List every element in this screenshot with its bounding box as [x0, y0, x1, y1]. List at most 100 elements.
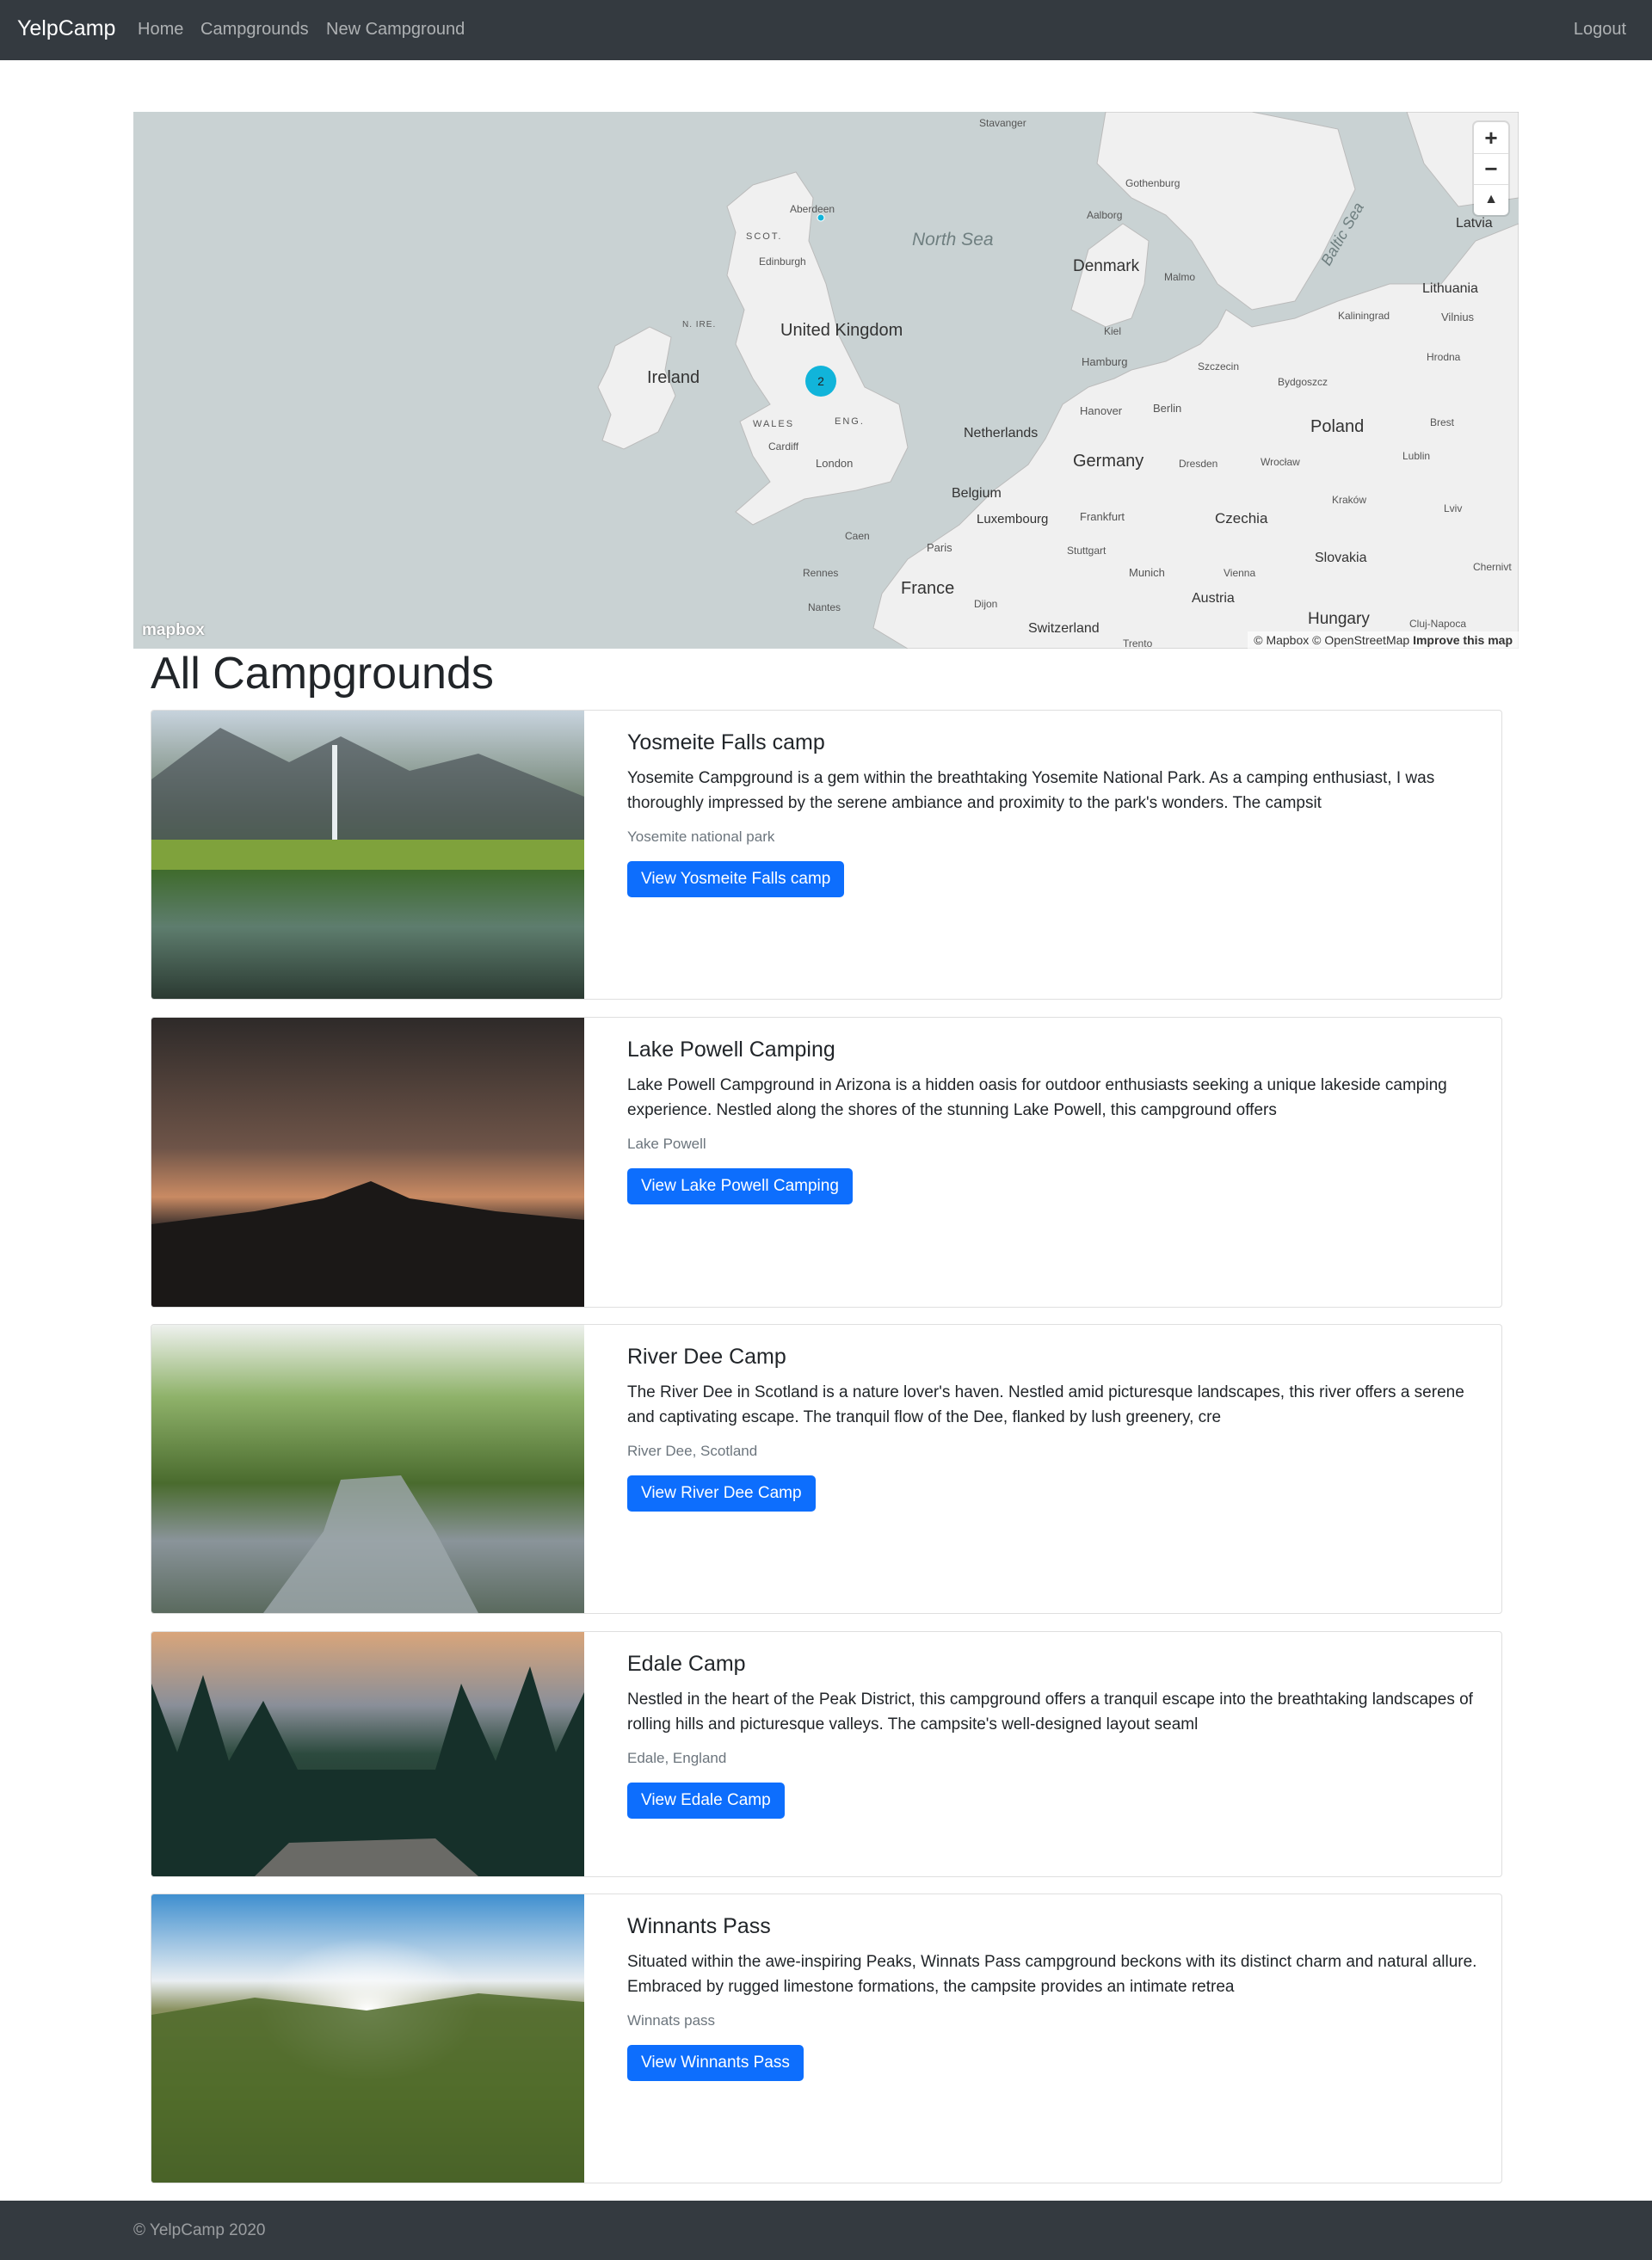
campground-image	[151, 1018, 584, 1307]
map-label-krakow: Kraków	[1332, 494, 1366, 506]
map-label-malmo: Malmo	[1164, 271, 1195, 283]
campground-image	[151, 711, 584, 999]
footer: © YelpCamp 2020	[0, 2201, 1652, 2260]
map-label-lublin: Lublin	[1402, 450, 1430, 462]
card-body: Edale Camp Nestled in the heart of the P…	[627, 1651, 1484, 1819]
zoom-in-button[interactable]: +	[1474, 122, 1508, 154]
view-campground-button[interactable]: View Edale Camp	[627, 1782, 785, 1819]
map-label-stuttgart: Stuttgart	[1067, 545, 1106, 557]
card-description: Lake Powell Campground in Arizona is a h…	[627, 1076, 1447, 1120]
nav-new-campground-link[interactable]: New Campground	[326, 20, 465, 40]
map-label-trento: Trento	[1123, 637, 1153, 649]
view-campground-button[interactable]: View Winnants Pass	[627, 2044, 804, 2081]
campground-card: Edale Camp Nestled in the heart of the P…	[151, 1631, 1502, 1877]
map-label-frankfurt: Frankfurt	[1080, 510, 1125, 523]
map-attribution: © Mapbox © OpenStreetMap Improve this ma…	[1248, 631, 1519, 649]
nav-home-link[interactable]: Home	[138, 20, 183, 40]
view-campground-button[interactable]: View Lake Powell Camping	[627, 1167, 853, 1204]
map-label-hamburg: Hamburg	[1082, 355, 1127, 368]
map-label-lithuania: Lithuania	[1422, 281, 1478, 296]
card-description: Nestled in the heart of the Peak Distric…	[627, 1690, 1473, 1734]
map-label-czechia: Czechia	[1215, 510, 1268, 527]
map-label-munich: Munich	[1129, 566, 1165, 579]
footer-copyright: © YelpCamp 2020	[133, 2221, 266, 2239]
brand-link[interactable]: YelpCamp	[17, 16, 115, 41]
map-label-brest: Brest	[1430, 416, 1455, 428]
map-controls: + − ▲	[1474, 122, 1508, 215]
map-label-berlin: Berlin	[1153, 402, 1181, 415]
compass-button[interactable]: ▲	[1474, 184, 1508, 215]
campground-card: Winnants Pass Situated within the awe-in…	[151, 1894, 1502, 2183]
map-label-lviv: Lviv	[1444, 502, 1462, 514]
map-label-szczecin: Szczecin	[1198, 360, 1239, 373]
mapbox-logo[interactable]: mapbox	[142, 621, 205, 640]
card-title: Winnants Pass	[627, 1914, 771, 1938]
map-label-aalborg: Aalborg	[1087, 209, 1122, 221]
map-label-hungary: Hungary	[1308, 610, 1370, 628]
page-title: All Campgrounds	[151, 649, 494, 699]
map-label-germany: Germany	[1073, 452, 1143, 471]
map-label-aberdeen: Aberdeen	[790, 203, 835, 215]
card-location: Edale, England	[627, 1749, 727, 1766]
map-label-austria: Austria	[1192, 591, 1235, 606]
card-location: Lake Powell	[627, 1135, 706, 1152]
card-title: Yosmeite Falls camp	[627, 730, 825, 754]
campground-card: Lake Powell Camping Lake Powell Campgrou…	[151, 1017, 1502, 1308]
card-body: River Dee Camp The River Dee in Scotland…	[627, 1344, 1484, 1512]
map-label-rennes: Rennes	[803, 567, 838, 579]
card-title: Edale Camp	[627, 1652, 746, 1676]
map-attribution-text[interactable]: © Mapbox © OpenStreetMap	[1254, 633, 1409, 647]
nav-logout-link[interactable]: Logout	[1574, 20, 1626, 40]
zoom-out-button[interactable]: −	[1474, 153, 1508, 185]
map-label-kaliningrad: Kaliningrad	[1338, 310, 1390, 322]
nav-campgrounds-link[interactable]: Campgrounds	[200, 20, 309, 40]
map-canvas[interactable]: 2 North Sea Baltic Sea United Kingdom Ir…	[133, 112, 1519, 649]
map-label-wroclaw: Wrocław	[1261, 456, 1300, 468]
navbar: YelpCamp Home Campgrounds New Campground…	[0, 0, 1652, 60]
view-campground-button[interactable]: View River Dee Camp	[627, 1475, 816, 1512]
map-label-uk: United Kingdom	[780, 321, 903, 340]
map-label-bydgoszcz: Bydgoszcz	[1278, 376, 1328, 388]
card-title: Lake Powell Camping	[627, 1038, 835, 1062]
map-label-belgium: Belgium	[952, 486, 1002, 501]
campground-image	[151, 1894, 584, 2183]
map-label-denmark: Denmark	[1073, 257, 1140, 275]
campground-image	[151, 1632, 584, 1876]
map-label-hrodna: Hrodna	[1427, 351, 1461, 363]
map-label-paris: Paris	[927, 541, 952, 554]
card-description: Yosemite Campground is a gem within the …	[627, 769, 1435, 813]
cluster-map[interactable]: 2 North Sea Baltic Sea United Kingdom Ir…	[133, 112, 1519, 649]
campground-image	[151, 1325, 584, 1613]
map-label-kiel: Kiel	[1104, 325, 1121, 337]
map-label-stavanger: Stavanger	[979, 117, 1026, 129]
card-body: Winnants Pass Situated within the awe-in…	[627, 1913, 1484, 2081]
map-label-wales: WALES	[753, 419, 794, 429]
card-body: Yosmeite Falls camp Yosemite Campground …	[627, 730, 1484, 897]
map-label-scot: SCOT.	[746, 231, 782, 242]
map-label-poland: Poland	[1310, 417, 1364, 436]
map-label-eng: ENG.	[835, 416, 865, 427]
map-label-hanover: Hanover	[1080, 404, 1123, 417]
card-body: Lake Powell Camping Lake Powell Campgrou…	[627, 1037, 1484, 1204]
map-label-dresden: Dresden	[1179, 458, 1217, 470]
card-description: Situated within the awe-inspiring Peaks,…	[627, 1953, 1477, 1997]
map-label-latvia: Latvia	[1456, 216, 1493, 231]
card-location: Winnats pass	[627, 2011, 716, 2029]
campground-card: River Dee Camp The River Dee in Scotland…	[151, 1324, 1502, 1614]
map-label-cluj: Cluj-Napoca	[1409, 618, 1466, 630]
map-label-dijon: Dijon	[974, 598, 997, 610]
map-label-north-sea: North Sea	[912, 230, 994, 249]
view-campground-button[interactable]: View Yosmeite Falls camp	[627, 860, 845, 897]
map-label-netherlands: Netherlands	[964, 426, 1038, 440]
map-label-france: France	[901, 579, 954, 598]
map-cluster-count: 2	[817, 374, 824, 388]
card-title: River Dee Camp	[627, 1345, 786, 1369]
card-location: Yosemite national park	[627, 828, 775, 845]
improve-map-link[interactable]: Improve this map	[1413, 633, 1513, 647]
map-label-caen: Caen	[845, 530, 870, 542]
map-label-vilnius: Vilnius	[1441, 311, 1475, 323]
map-label-ireland: Ireland	[647, 368, 700, 387]
card-description: The River Dee in Scotland is a nature lo…	[627, 1383, 1464, 1427]
map-point-marker[interactable]	[817, 213, 825, 222]
campground-card: Yosmeite Falls camp Yosemite Campground …	[151, 710, 1502, 1000]
